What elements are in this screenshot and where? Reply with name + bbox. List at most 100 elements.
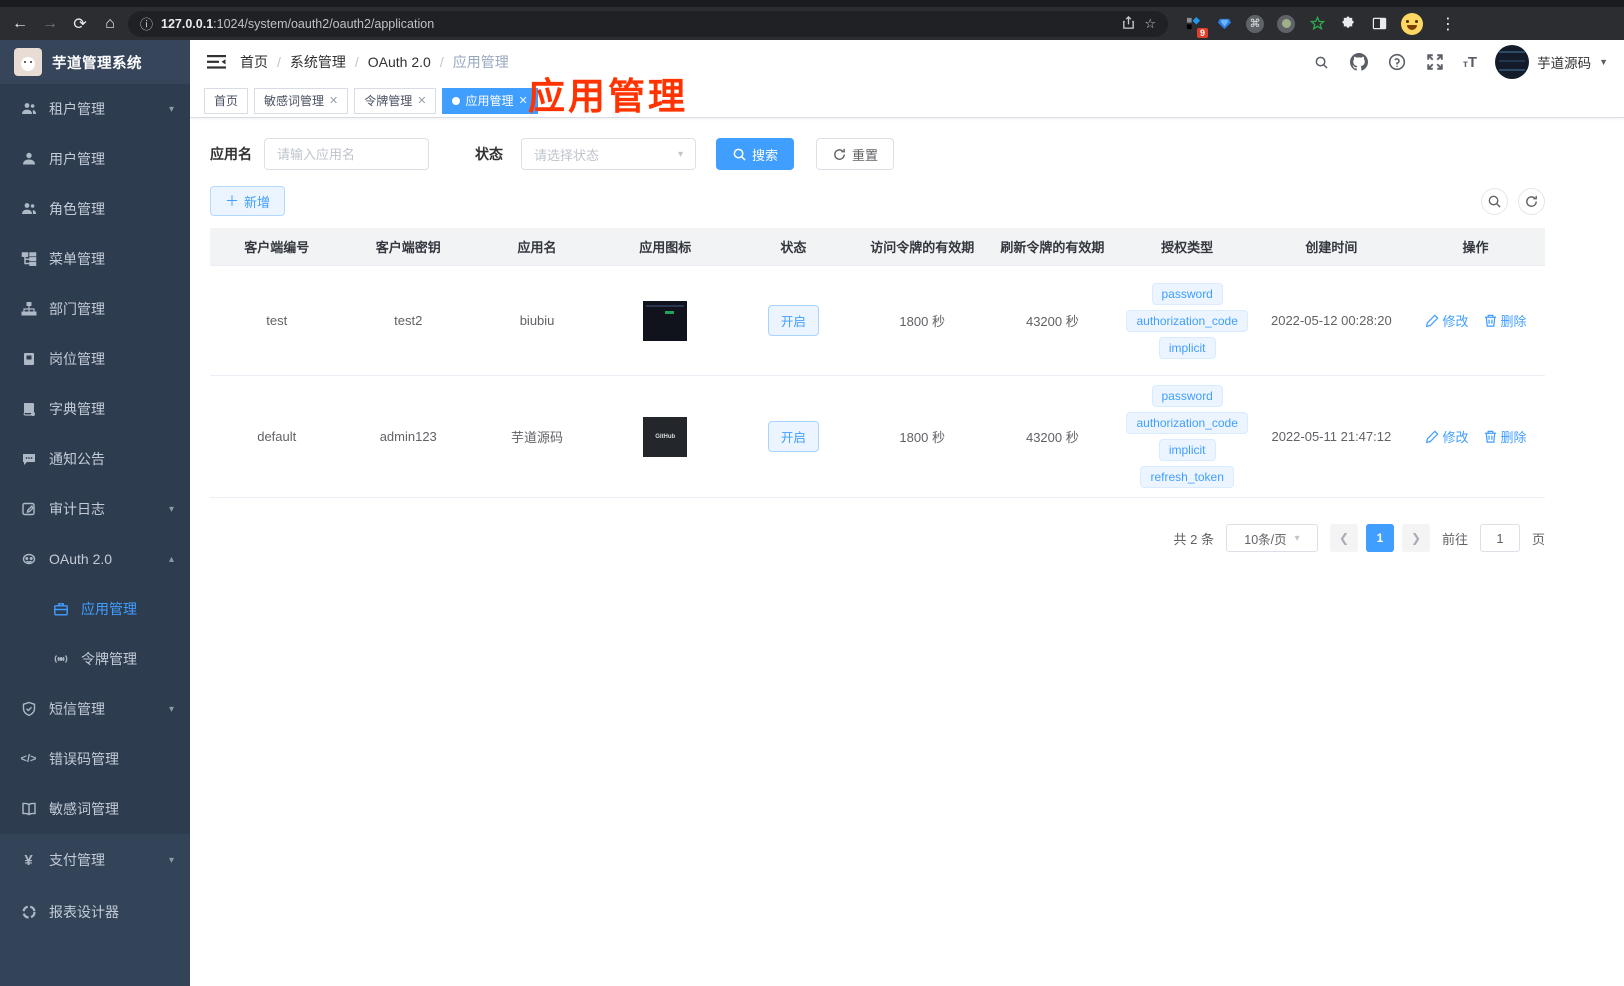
extension-badge: 9 [1196,27,1208,38]
total-count: 共 2 条 [1173,531,1214,547]
user-avatar [1495,45,1530,79]
sidebar-item-role[interactable]: 角色管理 [0,184,190,234]
briefcase-icon [52,601,69,618]
plus-icon: ＋ [225,193,239,209]
page-size-select[interactable]: 10条/页 ▾ [1225,524,1318,552]
extension-star-icon[interactable] [1308,15,1326,33]
search-icon [733,148,746,161]
search-icon[interactable] [1311,52,1331,72]
sidebar-item-post[interactable]: 岗位管理 [0,334,190,384]
tags-view-bar: 首页 敏感词管理 ✕ 令牌管理 ✕ 应用管理 ✕ [190,84,1624,118]
extension-gem-icon[interactable] [1215,15,1233,33]
status-label: 状态 [475,146,503,162]
tab-home[interactable]: 首页 [204,87,249,114]
home-button[interactable]: ⌂ [98,12,122,36]
close-icon[interactable]: ✕ [519,94,528,107]
app-name-input[interactable] [264,138,429,170]
extension-recorder-icon[interactable] [1277,14,1295,33]
back-button[interactable]: ← [8,12,32,36]
sidebar-item-sensitive-word[interactable]: 敏感词管理 [0,784,190,834]
breadcrumb-home[interactable]: 首页 [240,52,268,72]
sidebar-item-dict[interactable]: 字典管理 [0,384,190,434]
edit-link[interactable]: 修改 [1425,311,1469,330]
signal-icon [52,651,69,668]
caret-down-icon: ▼ [1599,57,1608,67]
github-icon[interactable] [1349,52,1369,72]
bookmark-star-icon[interactable]: ☆ [1144,16,1156,32]
tab-sensitive-word[interactable]: 敏感词管理 ✕ [254,87,349,114]
cell-created: 2022-05-11 21:47:12 [1271,429,1392,444]
fullscreen-icon[interactable] [1425,52,1445,72]
status-select[interactable]: 请选择状态 ▾ [521,138,696,170]
tab-token[interactable]: 令牌管理 ✕ [354,87,437,114]
browser-menu-icon[interactable]: ⋮ [1436,12,1460,36]
chevron-down-icon: ▾ [168,103,174,115]
active-dot [452,96,461,105]
sidebar-item-oauth2[interactable]: OAuth 2.0 ▴ [0,534,190,584]
applications-table: 客户端编号 客户端密钥 应用名 应用图标 状态 访问令牌的有效期 刷新令牌的有效… [210,228,1545,498]
robot-icon [20,551,37,568]
delete-link[interactable]: 删除 [1483,427,1527,446]
forward-button[interactable]: → [38,12,62,36]
sidebar-collapse-icon[interactable] [206,52,226,72]
sidebar-item-tenant[interactable]: 租户管理 ▾ [0,84,190,134]
breadcrumb-current: 应用管理 [452,54,509,70]
sidebar-item-user[interactable]: 用户管理 [0,134,190,184]
trash-icon [1484,314,1496,327]
table-toolbar: ＋ 新增 [210,186,1545,216]
sidebar-item-notice[interactable]: 通知公告 [0,434,190,484]
tab-application[interactable]: 应用管理 ✕ [442,87,538,114]
sidebar-item-menu[interactable]: 菜单管理 [0,234,190,284]
split-view-icon[interactable] [1370,15,1388,33]
sidebar-item-pay[interactable]: ¥ 支付管理 ▾ [0,834,190,886]
status-badge[interactable]: 开启 [767,305,819,336]
share-icon[interactable] [1121,15,1136,33]
status-badge[interactable]: 开启 [767,421,819,452]
sidebar-item-report-designer[interactable]: 报表设计器 [0,886,190,938]
extension-command-icon[interactable]: ⌘ [1246,14,1264,33]
edit-link[interactable]: 修改 [1425,427,1469,446]
search-button[interactable]: 搜索 [716,138,795,170]
table-row: default admin123 芋道源码 GitHub 开启 1800 秒 4… [210,376,1545,498]
refresh-table-button[interactable] [1518,187,1545,215]
sidebar-item-errcode[interactable]: </> 错误码管理 [0,734,190,784]
goto-page-input[interactable] [1479,524,1520,552]
breadcrumb-oauth2[interactable]: OAuth 2.0 [368,54,431,70]
sidebar-item-sms[interactable]: 短信管理 ▾ [0,684,190,734]
delete-link[interactable]: 删除 [1483,311,1527,330]
page-number-button[interactable]: 1 [1365,524,1394,552]
extension-blue-badge-icon[interactable]: 9 [1184,15,1208,38]
app-logo-bar[interactable]: 芋道管理系统 [0,40,190,84]
toggle-search-button[interactable] [1481,187,1508,215]
extensions-puzzle-icon[interactable] [1339,15,1357,33]
sidebar-item-oauth2-token[interactable]: 令牌管理 [0,634,190,684]
font-size-icon[interactable]: тT [1463,54,1477,71]
cell-secret: admin123 [379,429,437,444]
browser-profile-avatar[interactable] [1401,12,1423,35]
close-icon[interactable]: ✕ [417,94,426,107]
cell-app-name: biubiu [519,313,555,328]
page-info-icon[interactable]: ⓘ [140,14,153,33]
pagination: 共 2 条 10条/页 ▾ ❮ 1 ❯ 前往 页 [210,524,1545,552]
sidebar-item-audit-log[interactable]: 审计日志 ▾ [0,484,190,534]
prev-page-button[interactable]: ❮ [1329,524,1358,552]
add-button[interactable]: ＋ 新增 [210,186,286,216]
sidebar-item-oauth2-application[interactable]: 应用管理 [0,584,190,634]
url-bar[interactable]: ⓘ 127.0.0.1:1024/system/oauth2/oauth2/ap… [128,10,1168,37]
dictionary-icon [20,401,37,418]
reload-button[interactable]: ⟳ [68,12,92,36]
sidebar-item-dept[interactable]: 部门管理 [0,284,190,334]
app-icon-image[interactable] [643,300,688,341]
help-icon[interactable] [1387,52,1407,72]
reset-button[interactable]: 重置 [816,138,895,170]
user-menu[interactable]: 芋道源码 ▼ [1495,45,1608,79]
next-page-button[interactable]: ❯ [1401,524,1430,552]
close-icon[interactable]: ✕ [329,94,338,107]
user-icon [20,151,37,168]
user-name: 芋道源码 [1537,56,1592,71]
breadcrumb-system[interactable]: 系统管理 [290,52,346,72]
app-icon-image[interactable]: GitHub [643,416,688,457]
url-path: :1024/system/oauth2/oauth2/application [213,16,435,31]
chevron-up-icon: ▴ [168,553,174,565]
table-row: test test2 biubiu 开启 1800 秒 43200 秒 pass… [210,266,1545,376]
